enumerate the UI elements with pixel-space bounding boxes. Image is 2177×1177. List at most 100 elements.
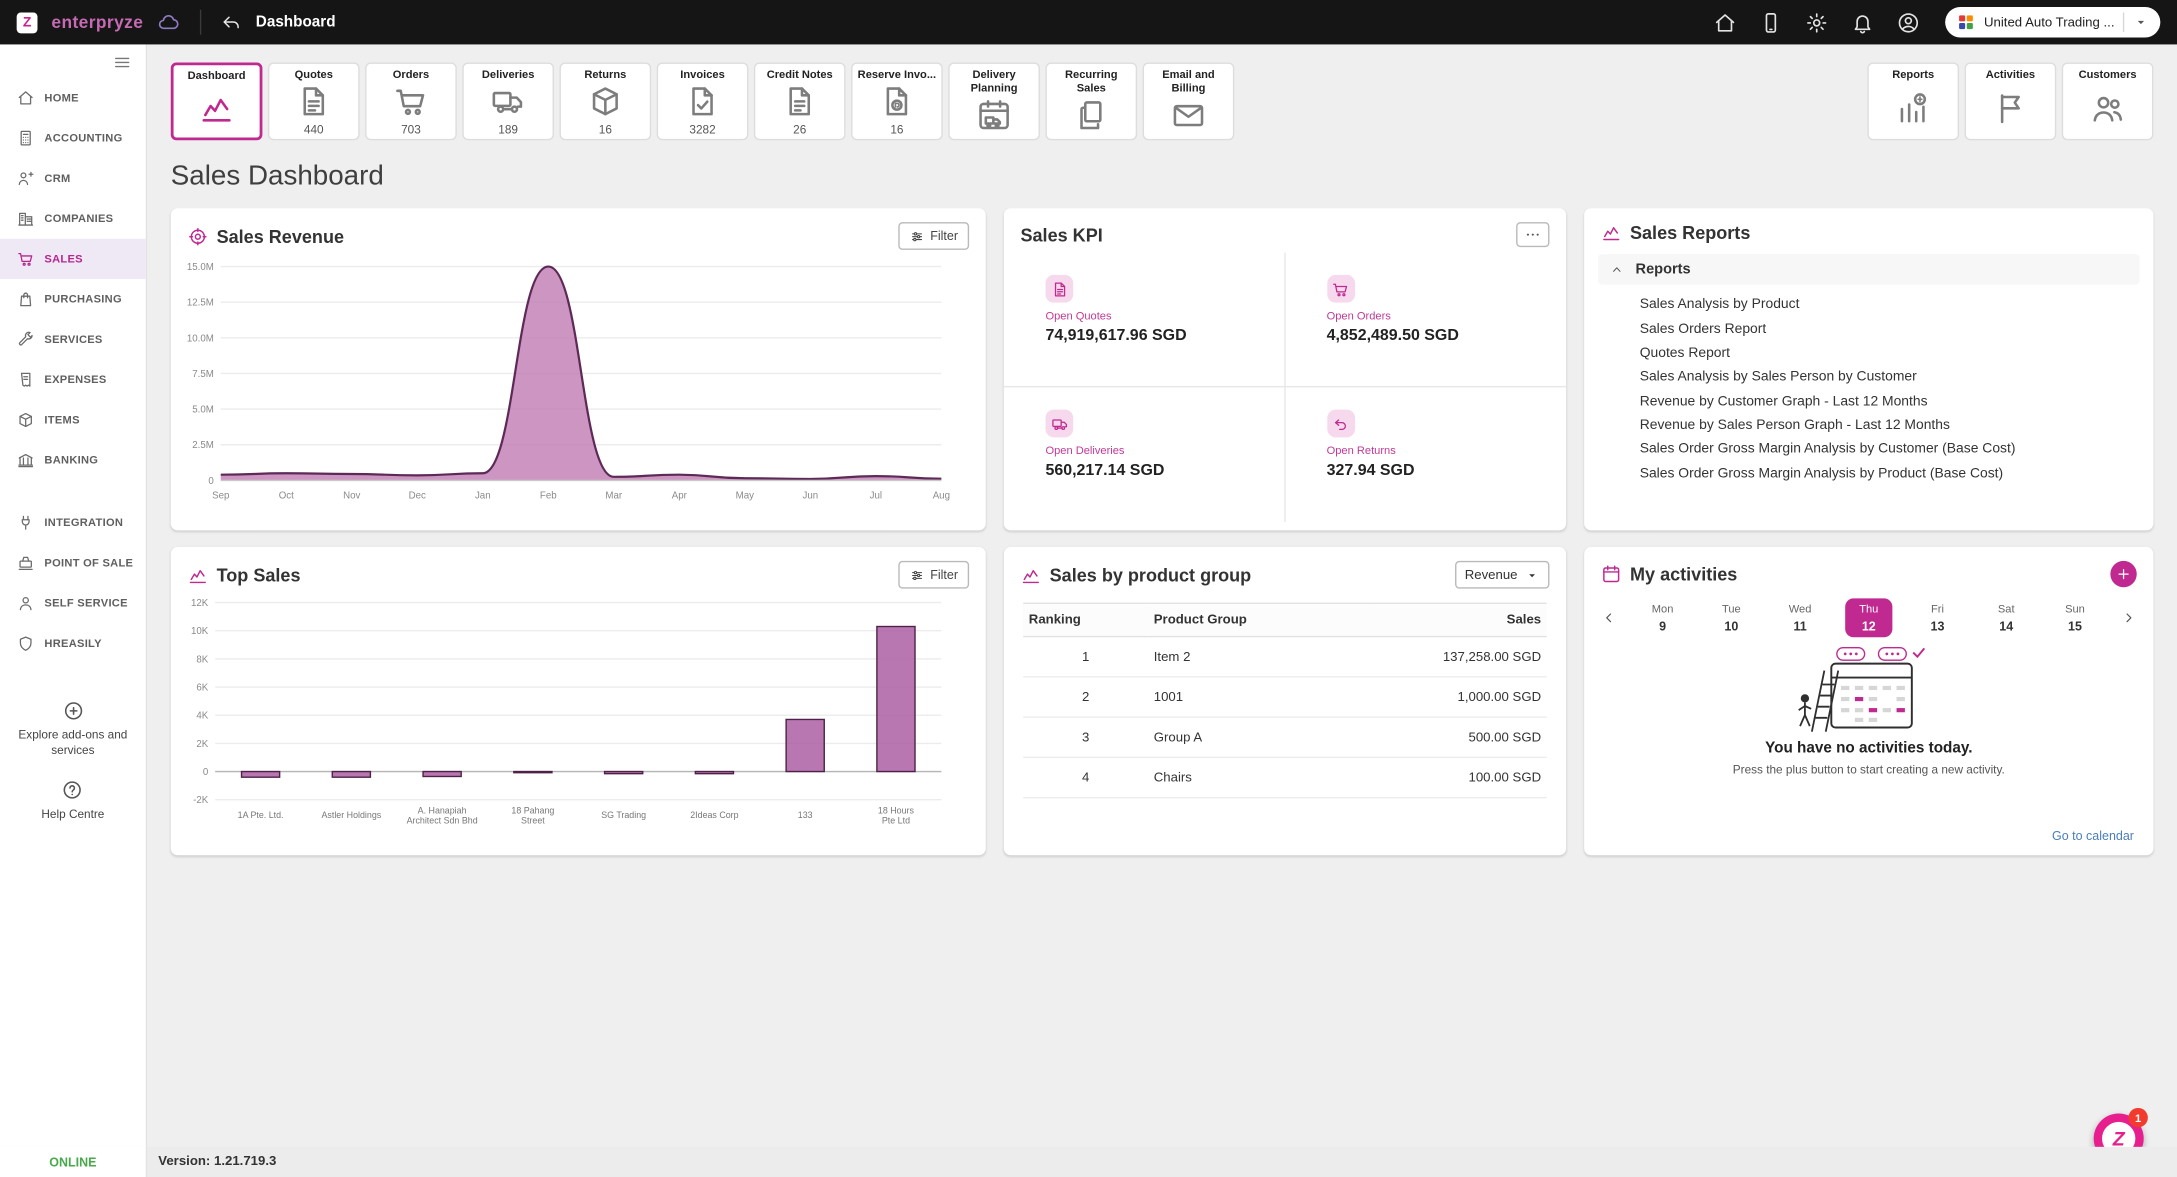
cal-truck-icon [976, 97, 1012, 133]
hamburger-icon [112, 53, 131, 72]
gear-icon [1805, 10, 1829, 34]
day-fri[interactable]: Fri 13 [1914, 598, 1961, 637]
table-row[interactable]: 210011,000.00 SGD [1023, 677, 1546, 717]
sidebar-item-banking[interactable]: BANKING [0, 440, 146, 480]
tab-deliveries[interactable]: Deliveries 189 [462, 62, 554, 140]
sidebar-item-label: HOME [44, 92, 78, 104]
topbar-divider [200, 10, 201, 35]
add-activity-button[interactable] [2110, 561, 2136, 587]
tab-invoices[interactable]: Invoices 3282 [657, 62, 749, 140]
day-of-week: Mon [1639, 603, 1686, 615]
filter-icon [909, 567, 924, 582]
kpi-label[interactable]: Open Deliveries [1045, 444, 1269, 456]
sidebar-item-services[interactable]: SERVICES [0, 319, 146, 359]
back-button[interactable] [221, 12, 242, 33]
tab-reserve-invo[interactable]: Reserve Invo... 16 [851, 62, 943, 140]
sidebar-item-label: SERVICES [44, 333, 102, 345]
sidebar-item-label: EXPENSES [44, 373, 106, 385]
day-sun[interactable]: Sun 15 [2051, 598, 2098, 637]
activities-illustration [1779, 646, 1959, 735]
sales-revenue-filter-button[interactable]: Filter [898, 222, 969, 250]
table-row[interactable]: 1Item 2137,258.00 SGD [1023, 637, 1546, 677]
svg-text:2.5M: 2.5M [192, 440, 214, 451]
day-number: 12 [1845, 619, 1892, 633]
tab-dashboard[interactable]: Dashboard [171, 62, 263, 140]
svg-text:Dec: Dec [409, 490, 426, 501]
tab-delivery-planning[interactable]: Delivery Planning [948, 62, 1040, 140]
kpi-label[interactable]: Open Orders [1327, 310, 1553, 322]
sidebar-item-items[interactable]: ITEMS [0, 400, 146, 440]
table-row[interactable]: 3Group A500.00 SGD [1023, 717, 1546, 757]
tab-email-and-billing[interactable]: Email and Billing [1143, 62, 1235, 140]
report-link-sales-order-gross-margin-analysis-by-product-base-cost[interactable]: Sales Order Gross Margin Analysis by Pro… [1584, 462, 2153, 486]
home-button[interactable] [1710, 8, 1739, 37]
table-row[interactable]: 4Chairs100.00 SGD [1023, 757, 1546, 797]
cart-icon [17, 250, 35, 268]
explore-addons-button[interactable]: Explore add-ons and services [0, 700, 146, 757]
mobile-button[interactable] [1756, 8, 1785, 37]
day-thu[interactable]: Thu 12 [1845, 598, 1892, 637]
report-link-sales-analysis-by-sales-person-by-customer[interactable]: Sales Analysis by Sales Person by Custom… [1584, 365, 2153, 389]
go-to-calendar-link[interactable]: Go to calendar [2052, 829, 2134, 843]
report-link-revenue-by-sales-person-graph-last-12-months[interactable]: Revenue by Sales Person Graph - Last 12 … [1584, 414, 2153, 438]
report-link-quotes-report[interactable]: Quotes Report [1584, 341, 2153, 365]
day-tue[interactable]: Tue 10 [1708, 598, 1755, 637]
sidebar-item-home[interactable]: HOME [0, 78, 146, 118]
tab-reports[interactable]: Reports [1867, 62, 1959, 140]
bell-button[interactable] [1848, 8, 1877, 37]
tab-count: 189 [498, 122, 518, 136]
svg-text:5.0M: 5.0M [192, 405, 214, 416]
person-circle-button[interactable] [1894, 8, 1923, 37]
sidebar-item-integration[interactable]: INTEGRATION [0, 503, 146, 543]
sidebar-item-accounting[interactable]: ACCOUNTING [0, 118, 146, 158]
sidebar-item-sales[interactable]: SALES [0, 239, 146, 279]
tab-recurring-sales[interactable]: Recurring Sales [1045, 62, 1137, 140]
sales-cell: 100.00 SGD [1369, 757, 1547, 797]
sidebar-item-self-service[interactable]: SELF SERVICE [0, 583, 146, 623]
day-wed[interactable]: Wed 11 [1776, 598, 1823, 637]
tab-credit-notes[interactable]: Credit Notes 26 [754, 62, 846, 140]
day-mon[interactable]: Mon 9 [1639, 598, 1686, 637]
tab-returns[interactable]: Returns 16 [560, 62, 652, 140]
column-header-product-group: Product Group [1148, 603, 1369, 636]
reports-group-toggle[interactable]: Reports [1598, 254, 2139, 285]
company-selector[interactable]: United Auto Trading ... [1945, 7, 2160, 38]
sidebar-item-crm[interactable]: CRM [0, 158, 146, 198]
sidebar-item-hreasily[interactable]: HREASILY [0, 623, 146, 663]
previous-week-button[interactable] [1601, 610, 1618, 627]
sidebar-item-expenses[interactable]: EXPENSES [0, 360, 146, 400]
tab-orders[interactable]: Orders 703 [365, 62, 457, 140]
report-link-sales-analysis-by-product[interactable]: Sales Analysis by Product [1584, 293, 2153, 317]
help-centre-button[interactable]: Help Centre [33, 779, 113, 822]
kpi-label[interactable]: Open Returns [1327, 444, 1553, 456]
sidebar-item-purchasing[interactable]: PURCHASING [0, 279, 146, 319]
report-link-sales-order-gross-margin-analysis-by-customer-base-cost[interactable]: Sales Order Gross Margin Analysis by Cus… [1584, 438, 2153, 462]
svg-text:Aug: Aug [933, 490, 950, 501]
report-link-sales-orders-report[interactable]: Sales Orders Report [1584, 317, 2153, 341]
sales-reports-card: Sales Reports Reports Sales Analysis by … [1584, 208, 2153, 530]
gear-button[interactable] [1802, 8, 1831, 37]
enterpryze-logo-icon[interactable]: Z [17, 12, 38, 33]
svg-text:0: 0 [203, 767, 209, 778]
shield-icon [17, 634, 35, 652]
kpi-label[interactable]: Open Quotes [1045, 310, 1269, 322]
tab-activities[interactable]: Activities [1965, 62, 2057, 140]
sidebar-item-point-of-sale[interactable]: POINT OF SALE [0, 543, 146, 583]
tab-count: 440 [304, 122, 324, 136]
product-cell: Chairs [1148, 757, 1369, 797]
sidebar-item-label: BANKING [44, 454, 98, 466]
doc-check-icon [684, 84, 720, 120]
day-sat[interactable]: Sat 14 [1983, 598, 2030, 637]
kpi-more-button[interactable] [1516, 222, 1549, 247]
sales-revenue-title: Sales Revenue [217, 226, 344, 247]
version-label: Version: 1.21.719.3 [147, 1147, 2177, 1177]
hamburger-menu-button[interactable] [112, 53, 131, 72]
tab-quotes[interactable]: Quotes 440 [268, 62, 360, 140]
tab-customers[interactable]: Customers [2062, 62, 2154, 140]
tab-label: Dashboard [188, 69, 246, 82]
sidebar-item-companies[interactable]: COMPANIES [0, 199, 146, 239]
metric-select[interactable]: Revenue [1455, 561, 1549, 589]
report-link-revenue-by-customer-graph-last-12-months[interactable]: Revenue by Customer Graph - Last 12 Mont… [1584, 389, 2153, 413]
next-week-button[interactable] [2120, 610, 2137, 627]
top-sales-filter-button[interactable]: Filter [898, 561, 969, 589]
